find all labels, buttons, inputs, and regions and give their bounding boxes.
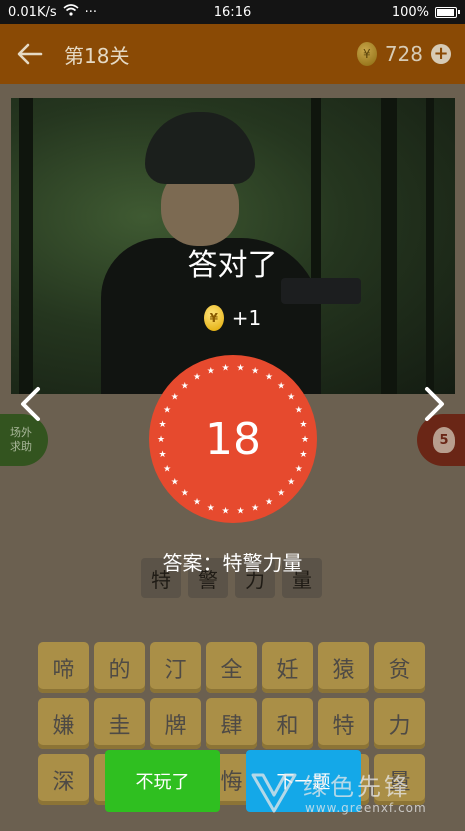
char-tile[interactable]: 啼: [38, 642, 89, 693]
char-tile[interactable]: 深: [38, 754, 89, 805]
level-number: 18: [205, 413, 261, 465]
battery-percent: 100%: [391, 4, 429, 20]
coin-count: 728: [384, 42, 423, 66]
char-tile[interactable]: 肆: [206, 698, 257, 749]
wifi-icon: [63, 4, 79, 20]
char-tile[interactable]: 汀: [150, 642, 201, 693]
char-tile[interactable]: 猿: [318, 642, 369, 693]
char-tile[interactable]: 圭: [94, 698, 145, 749]
back-button[interactable]: [0, 24, 60, 84]
coin-counter: ¥ 728 +: [356, 24, 451, 84]
more-notifications-icon: ···: [84, 4, 98, 20]
level-badge: ★ ★ ★ ★ ★ ★ ★ ★ ★ ★ ★ ★ ★ ★ ★ ★ ★ ★ ★ ★ ★ ★ ★ ★ ★ ★ ★ ★ ★ ★ 18: [148, 354, 318, 524]
char-tile[interactable]: 和: [262, 698, 313, 749]
clock: 16:16: [213, 4, 252, 20]
coin-icon: ¥: [203, 305, 224, 331]
help-label: 场外 求助: [10, 425, 32, 453]
add-coins-button[interactable]: +: [431, 44, 451, 64]
battery-icon: [435, 6, 460, 18]
grid-row: 嫌 圭 牌 肆 和 特 力: [38, 698, 428, 749]
char-tile[interactable]: 嫌: [38, 698, 89, 749]
watermark: 绿色先锋 www.greenxf.com: [249, 761, 459, 825]
grid-row: 啼 的 汀 全 妊 猿 贫: [38, 642, 428, 693]
watermark-logo-icon: [251, 773, 297, 813]
coin-icon: ¥: [356, 42, 377, 66]
quit-button[interactable]: 不玩了: [105, 750, 220, 812]
char-tile[interactable]: 全: [206, 642, 257, 693]
lightbulb-icon: 5: [433, 427, 455, 453]
network-speed: 0.01K/s: [8, 4, 57, 20]
app-bar: 第18关 ¥ 728 +: [0, 24, 465, 84]
watermark-url: www.greenxf.com: [305, 801, 427, 815]
back-arrow-icon: [17, 43, 43, 65]
char-tile[interactable]: 贫: [374, 642, 425, 693]
char-tile[interactable]: 妊: [262, 642, 313, 693]
reward-row: ¥ +1: [0, 305, 465, 331]
level-title: 第18关: [64, 43, 130, 68]
status-bar: 0.01K/s ··· 16:16 100%: [0, 0, 465, 24]
char-tile[interactable]: 特: [318, 698, 369, 749]
answer-text: 答案：特警力量: [162, 551, 303, 575]
correct-message: 答对了: [187, 248, 278, 283]
char-tile[interactable]: 牌: [150, 698, 201, 749]
char-tile[interactable]: 的: [94, 642, 145, 693]
chevron-right-icon: [425, 387, 444, 421]
watermark-title: 绿色先锋: [303, 773, 411, 801]
chevron-left-icon: [21, 387, 40, 421]
next-level-arrow-button[interactable]: [415, 384, 455, 424]
reward-amount: +1: [231, 306, 262, 330]
previous-level-button[interactable]: [10, 384, 50, 424]
char-tile[interactable]: 力: [374, 698, 425, 749]
